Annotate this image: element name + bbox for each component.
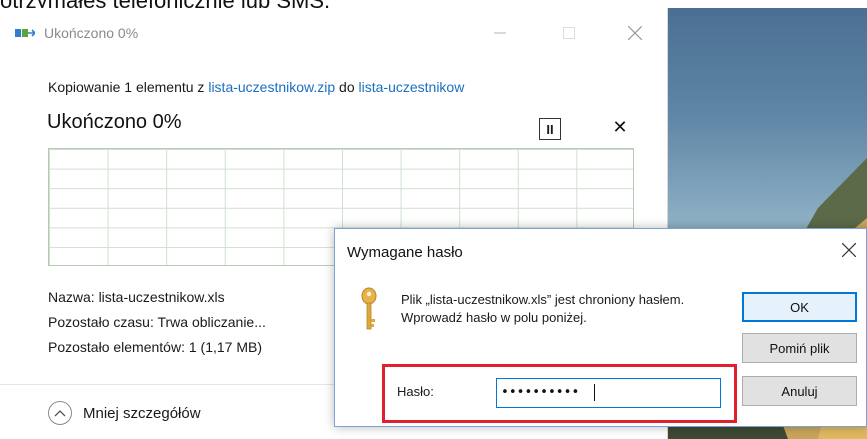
progress-heading: Ukończono 0% [47,111,182,133]
skip-file-button[interactable]: Pomiń plik [742,333,857,363]
key-icon [361,287,377,330]
text-caret [594,384,595,401]
chevron-up-icon [48,401,72,425]
pause-button[interactable]: II [539,118,561,140]
source-link[interactable]: lista-uczestnikow.zip [208,79,335,95]
time-remaining: Pozostało czasu: Trwa obliczanie... [48,314,266,330]
copy-description: Kopiowanie 1 elementu z lista-uczestniko… [48,79,464,95]
ok-button[interactable]: OK [742,292,857,322]
file-name: Nazwa: lista-uczestnikow.xls [48,289,225,305]
password-label: Hasło: [397,384,434,399]
destination-link[interactable]: lista-uczestnikow [359,79,465,95]
items-remaining: Pozostało elementów: 1 (1,17 MB) [48,339,262,355]
minimize-icon [494,32,506,34]
title-bar: Ukończono 0% [0,8,668,52]
password-dialog: Wymagane hasło Plik „lista-uczestnikow.x… [334,228,867,427]
maximize-button[interactable] [546,16,592,50]
less-details-button[interactable]: Mniej szczegółów [48,400,201,426]
dialog-close-button[interactable] [838,239,860,261]
close-icon: ✕ [612,116,628,138]
cancel-button[interactable]: Anuluj [742,376,857,406]
dialog-message: Plik „lista-uczestnikow.xls” jest chroni… [401,292,685,325]
pause-icon: II [546,121,554,137]
copy-middle: do [335,79,359,95]
cancel-copy-button[interactable]: ✕ [609,116,631,138]
less-details-label: Mniej szczegółów [83,404,201,422]
close-icon [628,26,642,40]
maximize-icon [563,27,575,39]
window-title: Ukończono 0% [44,25,139,41]
copy-files-icon [15,29,35,37]
dialog-title: Wymagane hasło [347,244,463,261]
password-field[interactable]: •••••••••• [496,378,721,408]
minimize-button[interactable] [477,16,523,50]
close-icon [842,243,856,257]
copy-prefix: Kopiowanie 1 elementu z [48,79,209,95]
close-button[interactable] [612,16,658,50]
